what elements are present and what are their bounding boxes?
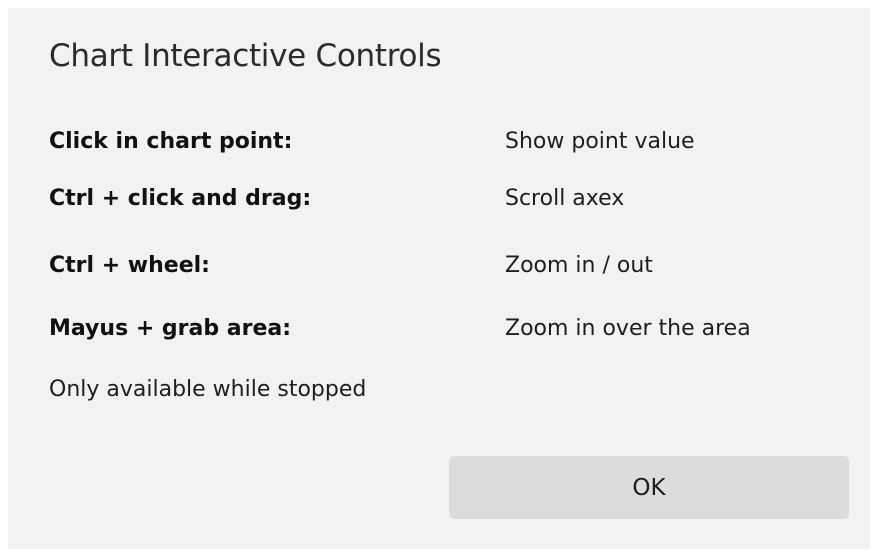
control-value: Scroll axex bbox=[505, 186, 625, 211]
control-row: Ctrl + click and drag: Scroll axex bbox=[8, 186, 870, 226]
control-key: Ctrl + click and drag: bbox=[49, 186, 312, 211]
dialog-title: Chart Interactive Controls bbox=[49, 38, 442, 74]
availability-note: Only available while stopped bbox=[49, 377, 367, 402]
control-key: Ctrl + wheel: bbox=[49, 253, 210, 278]
control-key: Click in chart point: bbox=[49, 129, 293, 154]
control-value: Zoom in over the area bbox=[505, 316, 751, 341]
control-value: Show point value bbox=[505, 129, 695, 154]
control-row: Mayus + grab area: Zoom in over the area bbox=[8, 316, 870, 356]
chart-controls-dialog: Chart Interactive Controls Click in char… bbox=[8, 8, 870, 549]
control-key: Mayus + grab area: bbox=[49, 316, 292, 341]
ok-button[interactable]: OK bbox=[449, 456, 849, 519]
control-row: Ctrl + wheel: Zoom in / out bbox=[8, 253, 870, 293]
control-value: Zoom in / out bbox=[505, 253, 653, 278]
control-row: Click in chart point: Show point value bbox=[8, 129, 870, 169]
